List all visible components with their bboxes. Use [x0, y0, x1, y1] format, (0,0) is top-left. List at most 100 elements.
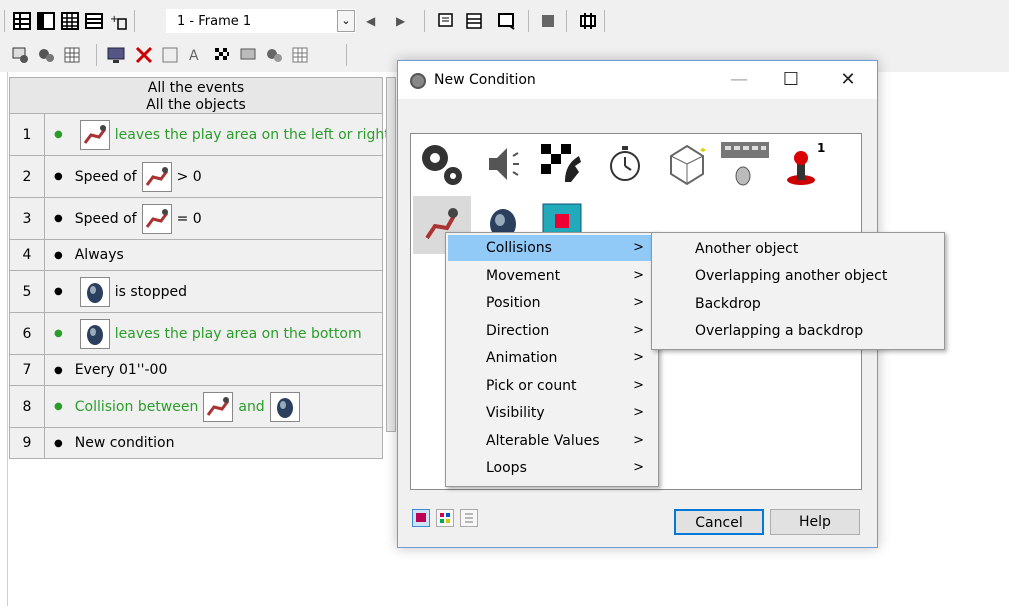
special-conditions-icon[interactable]	[415, 138, 471, 190]
checkerboard-icon[interactable]	[212, 45, 232, 65]
event-row[interactable]: 3 ● Speed of = 0	[9, 198, 383, 240]
previous-frame-icon[interactable]: ◀	[366, 14, 375, 28]
menu-item-animation[interactable]: Animation >	[448, 345, 656, 371]
create-object-icon[interactable]	[659, 138, 715, 190]
condition-text: New condition	[74, 435, 175, 451]
event-number: 5	[10, 271, 45, 312]
menu-item-position[interactable]: Position >	[448, 290, 656, 316]
event-condition[interactable]: ● leaves the play area on the bottom	[54, 313, 362, 354]
object-filter-icon[interactable]	[10, 45, 30, 65]
storyboard-icon[interactable]	[535, 138, 591, 190]
minimize-icon[interactable]: —	[724, 67, 754, 93]
event-condition[interactable]: ● New condition	[54, 428, 174, 458]
event-row[interactable]: 8 ● Collision between and	[9, 386, 383, 428]
small-icons-view-button[interactable]	[436, 509, 454, 527]
submenu-item-another-object[interactable]: Another object	[654, 236, 942, 262]
menu-item-movement[interactable]: Movement >	[448, 263, 656, 289]
event-condition[interactable]: ● Collision between and	[54, 386, 305, 427]
toolbar-separator	[346, 44, 347, 66]
bird-object-icon	[141, 203, 172, 234]
event-row[interactable]: 6 ● leaves the play area on the bottom	[9, 313, 383, 355]
cancel-button[interactable]: Cancel	[674, 509, 764, 535]
stop-icon[interactable]	[538, 11, 558, 31]
sound-icon[interactable]	[475, 138, 531, 190]
event-condition[interactable]: ● leaves the play area on the left or ri…	[54, 114, 390, 155]
help-button[interactable]: Help	[770, 509, 860, 535]
event-grid-header[interactable]: All the events All the objects	[9, 77, 383, 114]
condition-text: Every 01''-00	[74, 362, 168, 378]
large-icons-view-button[interactable]	[412, 509, 430, 527]
header-all-events: All the events	[147, 80, 245, 96]
close-icon[interactable]: ✕	[833, 67, 863, 93]
joystick-badge: 1	[817, 141, 825, 155]
event-number: 1	[10, 114, 45, 155]
rock-object-icon	[79, 318, 110, 349]
menu-item-visibility[interactable]: Visibility >	[448, 400, 656, 426]
event-row[interactable]: 9 ● New condition	[9, 428, 383, 459]
insert-comment-icon[interactable]	[436, 11, 456, 31]
menu-item-loops[interactable]: Loops >	[448, 455, 656, 481]
condition-text: Speed of	[74, 168, 137, 185]
frame-selector[interactable]: 1 - Frame 1 ⌄	[166, 9, 356, 33]
condition-text: is stopped	[114, 283, 187, 300]
menu-item-collisions[interactable]: Collisions >	[448, 235, 656, 261]
event-row[interactable]: 4 ● Always	[9, 240, 383, 271]
menu-item-direction[interactable]: Direction >	[448, 318, 656, 344]
insert-group-icon[interactable]	[464, 11, 484, 31]
event-row[interactable]: 5 ● is stopped	[9, 271, 383, 313]
hide-objects-icon[interactable]	[36, 45, 56, 65]
text-object-icon[interactable]: A	[186, 45, 206, 65]
joystick-icon[interactable]: 1	[777, 138, 833, 190]
event-condition[interactable]: ● Speed of > 0	[54, 156, 202, 197]
grid-objects-icon[interactable]	[62, 45, 82, 65]
event-row[interactable]: 2 ● Speed of > 0	[9, 156, 383, 198]
event-condition[interactable]: ● is stopped	[54, 271, 187, 312]
event-row[interactable]: 7 ● Every 01''-00	[9, 355, 383, 386]
condition-text: and	[238, 398, 265, 415]
kill-object-icon[interactable]	[134, 45, 154, 65]
frame-editor-icon[interactable]	[36, 11, 56, 31]
submenu-item-overlapping-another-object[interactable]: Overlapping another object	[654, 263, 942, 289]
list-view-button[interactable]	[460, 509, 478, 527]
group-objects-icon[interactable]	[160, 45, 180, 65]
chevron-right-icon: >	[633, 323, 644, 338]
toolbar-separator	[134, 10, 135, 32]
toolbar-separator	[4, 10, 5, 32]
event-number: 7	[10, 355, 45, 385]
show-objects-icon[interactable]	[264, 45, 284, 65]
event-condition[interactable]: ● Speed of = 0	[54, 198, 202, 239]
timer-icon[interactable]	[597, 138, 653, 190]
event-number: 6	[10, 313, 45, 354]
event-condition[interactable]: ● Every 01''-00	[54, 355, 167, 385]
monitor-small-icon[interactable]	[238, 45, 258, 65]
insert-object-icon[interactable]: +	[108, 11, 128, 31]
menu-item-pick-or-count[interactable]: Pick or count >	[448, 373, 656, 399]
maximize-icon[interactable]: ☐	[776, 67, 806, 93]
svg-text:A: A	[189, 48, 199, 64]
insert-event-icon[interactable]	[496, 11, 516, 31]
dialog-titlebar[interactable]: New Condition — ☐ ✕	[398, 61, 877, 99]
event-number: 9	[10, 428, 45, 458]
toolbar-separator	[528, 10, 529, 32]
bird-object-icon	[203, 391, 234, 422]
chevron-right-icon: >	[633, 268, 644, 283]
table-icon[interactable]	[290, 45, 310, 65]
menu-item-alterable-values[interactable]: Alterable Values >	[448, 428, 656, 454]
event-condition[interactable]: ● Always	[54, 240, 124, 270]
keyboard-mouse-icon[interactable]	[717, 138, 773, 190]
condition-text: > 0	[176, 168, 202, 185]
event-row[interactable]: 1 ● leaves the play area on the left or …	[9, 114, 390, 156]
toggle-view-icon[interactable]	[578, 11, 598, 31]
object-column-header[interactable]	[386, 77, 396, 432]
submenu-item-backdrop[interactable]: Backdrop	[654, 291, 942, 317]
event-editor-icon[interactable]	[60, 11, 80, 31]
left-margin	[0, 72, 8, 606]
next-frame-icon[interactable]: ▶	[396, 14, 405, 28]
rock-object-icon	[269, 391, 300, 422]
chevron-down-icon[interactable]: ⌄	[337, 10, 355, 32]
condition-text: Speed of	[74, 210, 137, 227]
list-view-icon[interactable]	[84, 11, 104, 31]
submenu-item-overlapping-a-backdrop[interactable]: Overlapping a backdrop	[654, 318, 942, 344]
monitor-icon[interactable]	[106, 45, 126, 65]
event-list-icon[interactable]	[12, 11, 32, 31]
